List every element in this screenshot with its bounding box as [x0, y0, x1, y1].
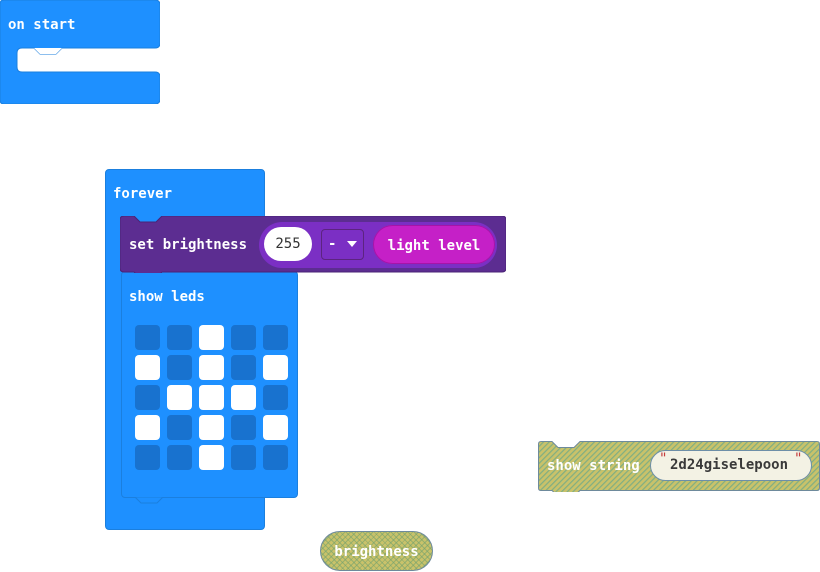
forever-label: forever: [113, 186, 173, 202]
on-start-block[interactable]: on start: [0, 0, 160, 104]
led-cell-1-4[interactable]: [263, 355, 288, 380]
light-level-reporter[interactable]: light level: [373, 225, 495, 264]
string-input[interactable]: " 2d24giselepoon ": [650, 450, 812, 481]
brightness-reporter-label: brightness: [334, 544, 419, 560]
led-cell-0-2[interactable]: [199, 325, 224, 350]
led-cell-2-4[interactable]: [263, 385, 288, 410]
light-level-label: light level: [387, 238, 481, 254]
led-cell-0-4[interactable]: [263, 325, 288, 350]
show-leds-label: show leds: [129, 289, 205, 305]
dropdown-caret-icon: [347, 241, 357, 247]
on-start-shape: [0, 0, 160, 104]
led-cell-1-2[interactable]: [199, 355, 224, 380]
led-cell-2-0[interactable]: [135, 385, 160, 410]
show-string-label: show string: [547, 458, 640, 474]
led-cell-3-4[interactable]: [263, 415, 288, 440]
led-cell-4-0[interactable]: [135, 445, 160, 470]
led-cell-0-0[interactable]: [135, 325, 160, 350]
show-leds-block[interactable]: show leds: [121, 271, 298, 504]
operator-dropdown[interactable]: -: [321, 229, 364, 260]
on-start-label: on start: [8, 17, 76, 33]
brightness-reporter[interactable]: brightness: [320, 531, 433, 571]
led-cell-2-3[interactable]: [231, 385, 256, 410]
operator-text: -: [328, 236, 337, 252]
led-cell-1-3[interactable]: [231, 355, 256, 380]
led-cell-3-2[interactable]: [199, 415, 224, 440]
led-cell-4-2[interactable]: [199, 445, 224, 470]
close-quote-icon: ": [794, 451, 803, 467]
led-cell-0-1[interactable]: [167, 325, 192, 350]
led-cell-2-1[interactable]: [167, 385, 192, 410]
string-value-text: 2d24giselepoon: [670, 457, 789, 473]
open-quote-icon: ": [659, 451, 668, 467]
set-brightness-block[interactable]: set brightness 255 - light level: [120, 216, 506, 273]
led-cell-3-3[interactable]: [231, 415, 256, 440]
set-brightness-label: set brightness: [129, 237, 248, 253]
led-cell-2-2[interactable]: [199, 385, 224, 410]
led-cell-3-0[interactable]: [135, 415, 160, 440]
brightness-value-input[interactable]: 255: [264, 227, 312, 261]
led-cell-1-1[interactable]: [167, 355, 192, 380]
led-cell-4-1[interactable]: [167, 445, 192, 470]
show-string-block[interactable]: show string " 2d24giselepoon ": [538, 441, 820, 492]
brightness-value-text: 255: [275, 236, 301, 252]
led-cell-0-3[interactable]: [231, 325, 256, 350]
show-leds-bottom-notch: [135, 497, 164, 504]
led-cell-4-4[interactable]: [263, 445, 288, 470]
led-grid[interactable]: [135, 325, 291, 473]
led-cell-4-3[interactable]: [231, 445, 256, 470]
led-cell-3-1[interactable]: [167, 415, 192, 440]
led-cell-1-0[interactable]: [135, 355, 160, 380]
